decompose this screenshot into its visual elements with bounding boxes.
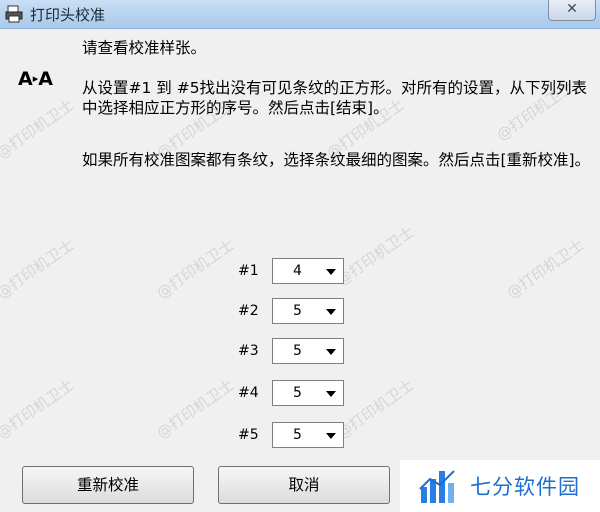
watermark: @打印机卫士 [0,375,78,443]
setting-value-5: 5 [293,427,302,443]
watermark: @打印机卫士 [333,375,418,443]
brand-name: 七分软件园 [470,475,580,499]
chevron-down-icon [326,391,336,397]
setting-select-3[interactable]: 5 [272,338,344,364]
watermark: @打印机卫士 [333,222,418,290]
setting-label-3: #3 [238,343,259,359]
title-bar: 打印头校准 ✕ [0,0,600,29]
setting-label-4: #4 [238,385,259,401]
setting-value-4: 5 [293,385,302,401]
alignment-icon-right: A [38,68,53,90]
brand-watermark: 七分软件园 [400,460,600,512]
printer-icon [5,5,23,23]
alignment-icon-left: A [18,68,33,90]
instruction-1: 请查看校准样张。 [82,39,207,57]
chevron-down-icon [326,269,336,275]
setting-value-3: 5 [293,343,302,359]
bar-chart-logo-icon [419,470,455,503]
chevron-down-icon [326,309,336,315]
recalibrate-button[interactable]: 重新校准 [22,466,194,504]
alignment-icon-arrow: ▸ [32,72,38,85]
setting-select-5[interactable]: 5 [272,422,344,448]
alignment-icon: A▸A [18,68,53,90]
instruction-2: 从设置#1 到 #5找出没有可见条纹的正方形。对所有的设置，从下列列表中选择相应… [82,79,588,117]
setting-label-1: #1 [238,263,259,279]
setting-value-1: 4 [293,263,302,279]
setting-label-2: #2 [238,303,259,319]
watermark: @打印机卫士 [153,375,238,443]
instruction-3: 如果所有校准图案都有条纹，选择条纹最细的图案。然后点击[重新校准]。 [82,151,591,169]
chevron-down-icon [326,349,336,355]
cancel-button[interactable]: 取消 [218,466,390,504]
watermark: @打印机卫士 [0,95,78,163]
setting-value-2: 5 [293,303,302,319]
watermark: @打印机卫士 [503,235,588,303]
setting-label-5: #5 [238,427,259,443]
watermark: @打印机卫士 [0,235,78,303]
window-title: 打印头校准 [30,6,106,24]
watermark: @打印机卫士 [153,235,238,303]
chevron-down-icon [326,433,336,439]
setting-select-4[interactable]: 5 [272,380,344,406]
setting-select-1[interactable]: 4 [272,258,344,284]
close-button[interactable]: ✕ [548,0,596,21]
setting-select-2[interactable]: 5 [272,298,344,324]
